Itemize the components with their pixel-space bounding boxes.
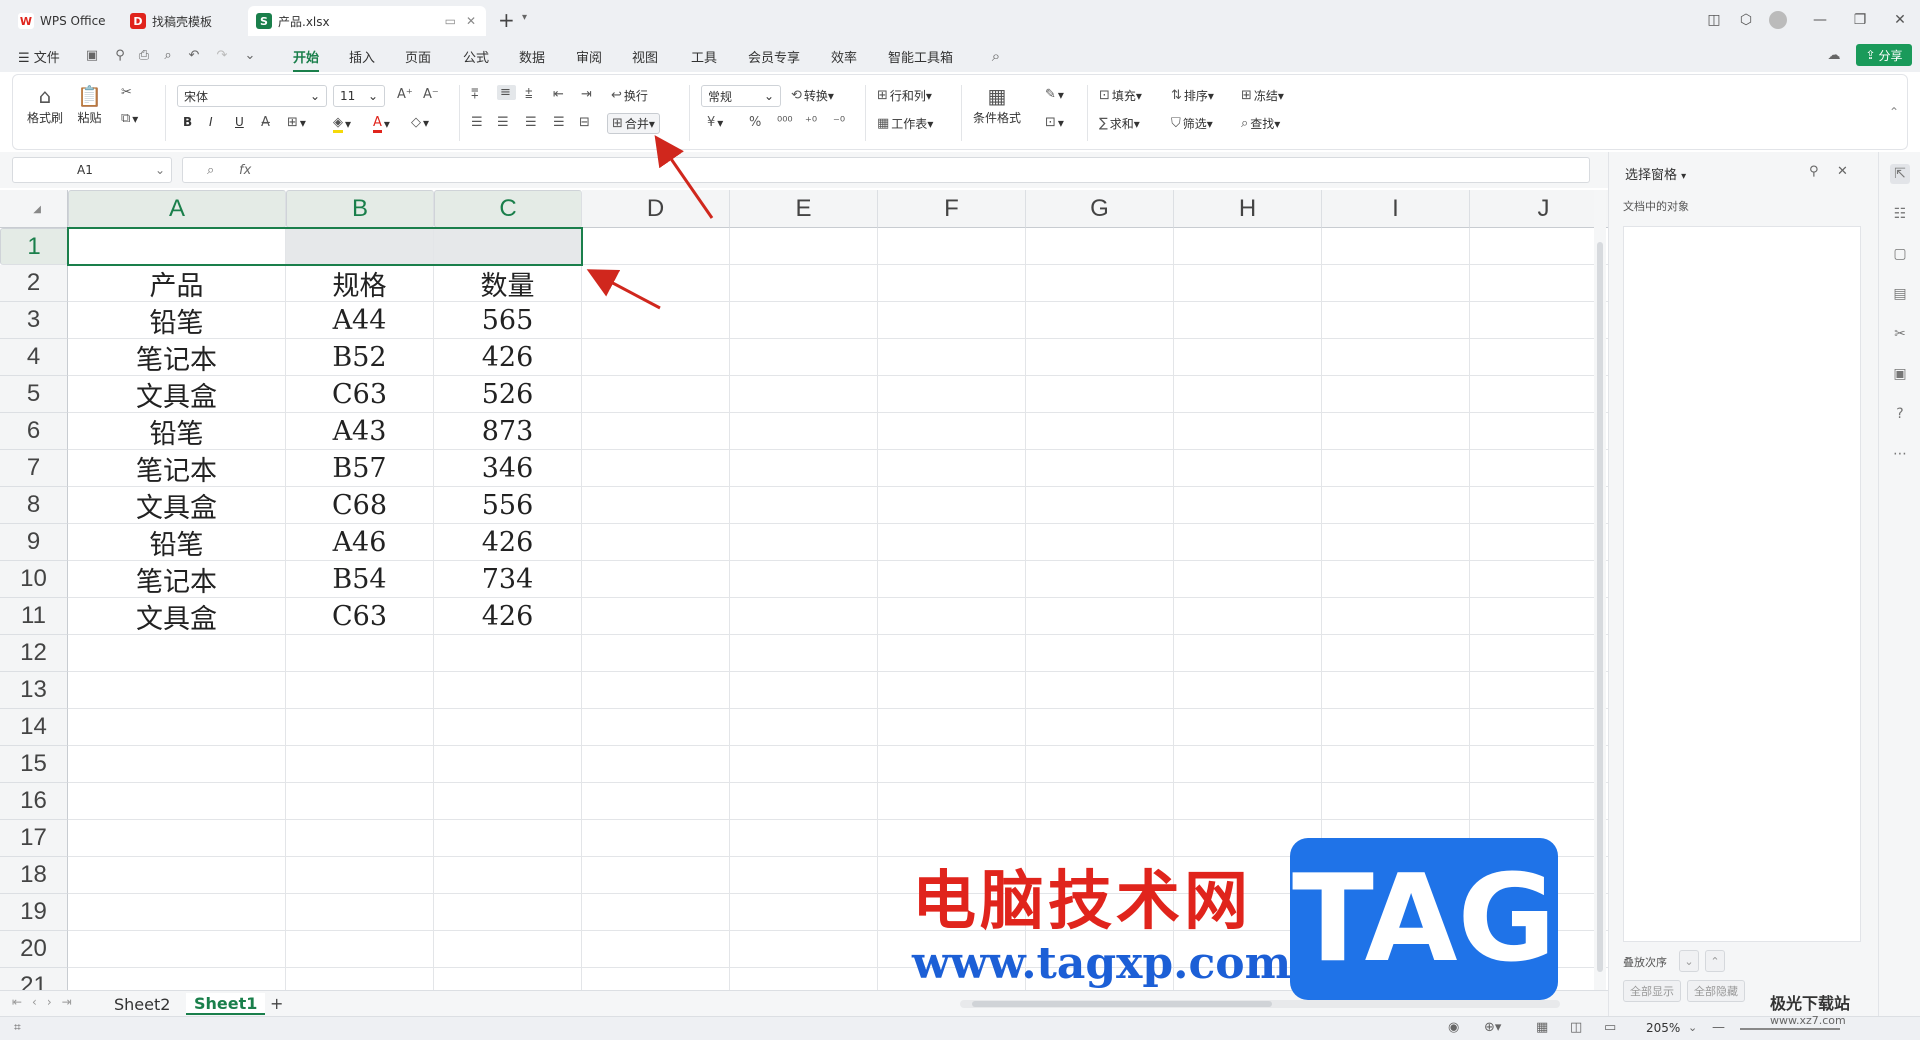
watermark-corner-url: www.xz7.com [1770, 1014, 1846, 1027]
watermark-tag-logo: TAG [1290, 838, 1558, 1000]
watermark-url: www.tagxp.com [912, 938, 1292, 989]
watermark-corner-text: 极光下载站 [1770, 994, 1851, 1013]
watermark-site-name: 电脑技术网 [912, 865, 1252, 939]
arrow-to-merge-button [654, 135, 714, 219]
watermark-corner: 极光下载站 www.xz7.com [1770, 990, 1850, 1027]
arrow-to-selection [586, 269, 661, 310]
